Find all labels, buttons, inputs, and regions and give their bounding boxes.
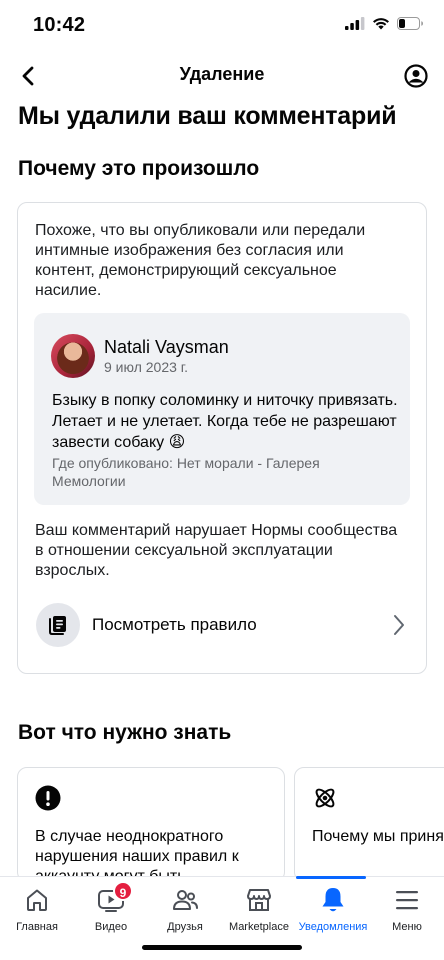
- violation-text: Ваш комментарий нарушает Нормы сообществ…: [35, 522, 398, 579]
- book-icon: [49, 616, 66, 635]
- exclamation-icon: [35, 785, 61, 811]
- nav-notifications[interactable]: Уведомления: [296, 877, 370, 937]
- comment-text: Бзыку в попку соломинку и ниточку привяз…: [52, 392, 398, 451]
- atom-icon: [315, 788, 335, 808]
- friends-icon: [173, 890, 198, 910]
- why-section-title: Почему это произошло: [18, 157, 260, 180]
- header-bar: Удаление: [0, 54, 444, 98]
- nav-video[interactable]: 9 Видео: [74, 877, 148, 937]
- signal-icon: [345, 17, 365, 30]
- status-bar: 10:42: [0, 0, 444, 54]
- reason-text: Похоже, что вы опубликовали или передали…: [35, 222, 366, 299]
- comment-location: Где опубликовано: Нет морали - Галерея М…: [52, 455, 320, 489]
- info-card-text: Почему мы приня решение: [312, 828, 444, 845]
- nav-label: Marketplace: [229, 921, 289, 933]
- rule-icon-circle: [36, 603, 80, 647]
- profile-icon: [404, 64, 428, 88]
- home-indicator: [142, 945, 302, 950]
- home-icon: [27, 889, 47, 911]
- page-title: Мы удалили ваш комментарий: [18, 102, 397, 130]
- comment-date: 9 июл 2023 г.: [104, 359, 189, 375]
- header-title: Удаление: [179, 64, 265, 84]
- nav-label: Меню: [392, 921, 422, 933]
- view-rule-button[interactable]: Посмотреть правило: [34, 601, 410, 649]
- info-card[interactable]: В случае неоднократного нарушения наших …: [17, 767, 285, 882]
- battery-icon: [397, 17, 423, 30]
- nav-label: Главная: [16, 921, 58, 933]
- avatar: [51, 334, 95, 378]
- chevron-right-icon: [394, 615, 404, 635]
- status-time: 10:42: [33, 14, 86, 36]
- nav-label: Друзья: [167, 921, 203, 933]
- nav-friends[interactable]: Друзья: [148, 877, 222, 937]
- info-card[interactable]: Почему мы приня решение: [294, 767, 444, 882]
- nav-label: Уведомления: [298, 921, 368, 933]
- nav-label: Видео: [94, 921, 128, 933]
- nav-home[interactable]: Главная: [0, 877, 74, 937]
- profile-button[interactable]: [402, 62, 430, 90]
- wifi-icon: [373, 18, 389, 30]
- bell-icon: [322, 888, 344, 912]
- view-rule-label: Посмотреть правило: [92, 615, 257, 634]
- notification-badge: 9: [113, 881, 133, 901]
- info-card-text: В случае неоднократного нарушения наших …: [35, 828, 239, 882]
- comment-author: Natali Vaysman: [104, 337, 229, 357]
- nav-marketplace[interactable]: Marketplace: [222, 877, 296, 937]
- reason-card: Похоже, что вы опубликовали или передали…: [17, 202, 427, 674]
- status-icons: [345, 17, 424, 30]
- menu-icon: [396, 891, 418, 910]
- nav-menu[interactable]: Меню: [370, 877, 444, 937]
- marketplace-icon: [247, 889, 271, 911]
- know-section-title: Вот что нужно знать: [18, 721, 232, 744]
- quoted-comment: Natali Vaysman 9 июл 2023 г. Бзыку в поп…: [34, 313, 410, 505]
